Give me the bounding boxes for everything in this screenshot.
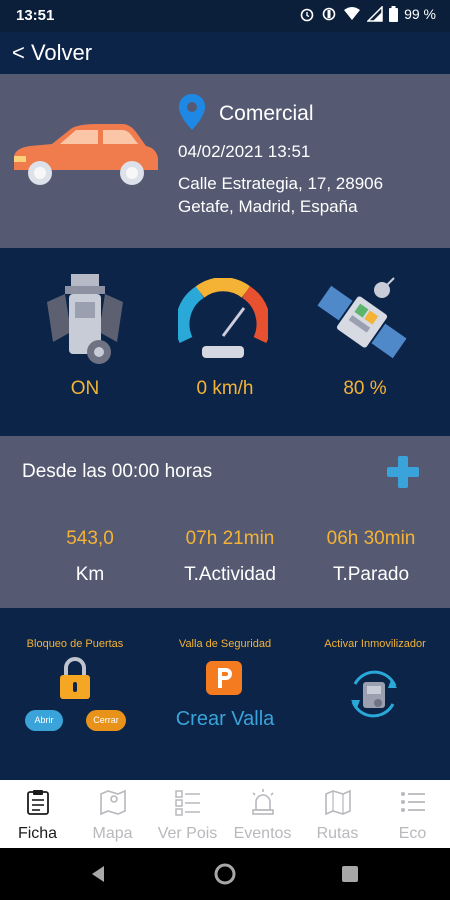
home-circle-icon[interactable] <box>214 863 236 885</box>
nav-item-ver-pois[interactable]: Ver Pois <box>150 780 225 848</box>
controls-panel: Bloqueo de Puertas Abrir Cerrar Valla de… <box>0 608 450 780</box>
nav-label-rutas: Rutas <box>316 825 359 842</box>
vehicle-address-line2: Getafe, Madrid, España <box>178 197 358 216</box>
gps-signal-status: 80 % <box>290 248 440 436</box>
parking-icon[interactable] <box>206 661 242 695</box>
nav-label-mapa: Mapa <box>92 825 133 842</box>
summary-activity-time: 07h 21min T.Actividad <box>155 528 305 586</box>
engine-icon <box>47 274 123 364</box>
status-time: 13:51 <box>16 7 55 24</box>
gps-signal-value: 80 % <box>343 378 387 399</box>
plus-icon[interactable] <box>385 454 421 490</box>
map-icon <box>100 789 126 816</box>
back-triangle-icon[interactable] <box>90 865 106 883</box>
unlock-doors-button[interactable]: Abrir <box>25 710 63 731</box>
immobilizer-title: Activar Inmovilizador <box>324 638 426 650</box>
nav-item-eventos[interactable]: Eventos <box>225 780 300 848</box>
list-icon <box>401 792 425 812</box>
engine-status-value: ON <box>70 378 100 399</box>
stopped-time-value: 06h 30min <box>326 528 416 549</box>
security-fence-title: Valla de Seguridad <box>178 638 272 650</box>
vehicle-address-line1: Calle Estrategia, 17, 28906 <box>178 174 384 193</box>
alarm-icon <box>300 8 314 22</box>
vehicle-name: Comercial <box>219 102 314 125</box>
nav-label-ficha: Ficha <box>17 825 58 842</box>
distance-label: Km <box>75 564 105 585</box>
location-pin-icon <box>179 94 205 130</box>
status-icons: 99 % <box>299 6 436 22</box>
door-lock-title: Bloqueo de Puertas <box>26 638 124 650</box>
speed-status: 0 km/h <box>150 248 300 436</box>
bottom-nav: Ficha Mapa Ver Pois Eventos Rutas Eco <box>0 780 450 848</box>
create-fence-link[interactable]: Crear Valla <box>150 708 300 731</box>
car-icon <box>14 124 158 185</box>
vehicle-info-panel: Comercial 04/02/2021 13:51 Calle Estrate… <box>0 74 450 248</box>
activity-time-label: T.Actividad <box>184 564 276 585</box>
nav-item-rutas[interactable]: Rutas <box>300 780 375 848</box>
system-nav-bar <box>0 848 450 900</box>
battery-icon <box>389 6 399 22</box>
recents-square-icon[interactable] <box>342 866 358 882</box>
app-bar: < Volver <box>0 32 450 74</box>
document-icon <box>27 790 49 815</box>
summary-stopped-time: 06h 30min T.Parado <box>296 528 446 586</box>
nav-label-eventos: Eventos <box>233 825 292 842</box>
padlock-icon[interactable] <box>58 656 92 700</box>
status-bar: 13:51 99 % <box>0 0 450 32</box>
nav-label-eco: Eco <box>398 825 427 842</box>
stopped-time-label: T.Parado <box>332 564 410 585</box>
satellite-icon <box>317 277 407 359</box>
poi-list-icon <box>175 790 200 816</box>
route-map-icon <box>325 789 351 816</box>
wifi-icon <box>344 7 361 20</box>
vehicle-datetime: 04/02/2021 13:51 <box>178 142 311 161</box>
nav-label-ver-pois: Ver Pois <box>157 825 218 842</box>
summary-panel: Desde las 00:00 horas 543,0 Km 07h 21min… <box>0 436 450 608</box>
speed-status-value: 0 km/h <box>196 378 254 399</box>
summary-distance: 543,0 Km <box>15 528 165 586</box>
activity-time-value: 07h 21min <box>185 528 275 549</box>
distance-value: 543,0 <box>66 528 114 549</box>
engine-status: ON <box>10 248 160 436</box>
since-label: Desde las 00:00 horas <box>22 461 213 482</box>
cell-signal-icon <box>367 6 383 22</box>
speedometer-icon <box>178 278 268 358</box>
immobilizer-icon[interactable] <box>345 666 403 722</box>
battery-percent: 99 % <box>404 6 436 22</box>
back-button[interactable]: < Volver <box>12 40 92 66</box>
alarm-light-icon <box>252 789 274 815</box>
data-saver-icon <box>322 7 336 21</box>
nav-item-ficha[interactable]: Ficha <box>0 780 75 848</box>
nav-item-mapa[interactable]: Mapa <box>75 780 150 848</box>
nav-item-eco[interactable]: Eco <box>375 780 450 848</box>
status-panel: ON 0 km/h 80 % <box>0 248 450 436</box>
lock-doors-button[interactable]: Cerrar <box>86 710 126 731</box>
